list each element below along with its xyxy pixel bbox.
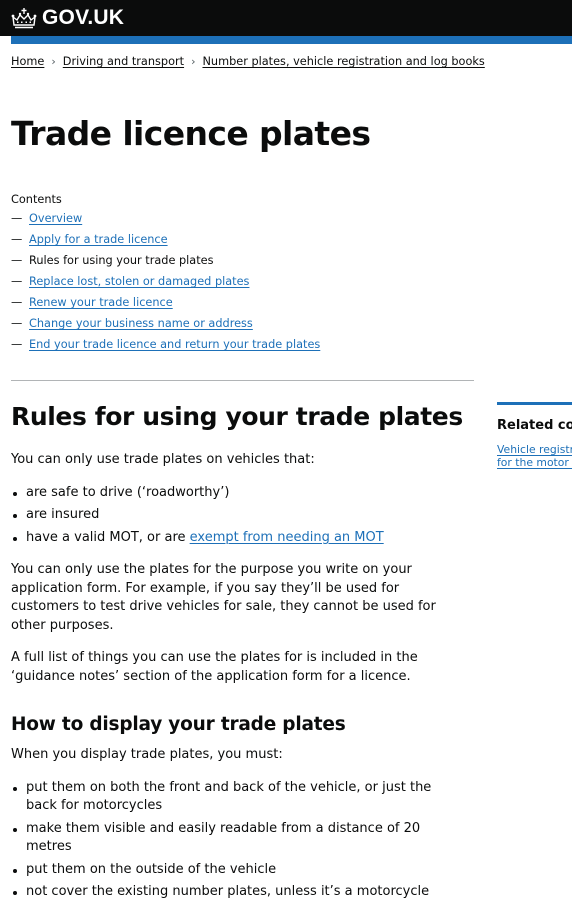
display-intro: When you display trade plates, you must: <box>11 747 283 762</box>
mot-condition-text: have a valid MOT, or are <box>26 529 190 545</box>
contents-item-end: — End your trade licence and return your… <box>11 338 320 359</box>
contents-item-renew: — Renew your trade licence <box>11 296 320 317</box>
contents-link-apply[interactable]: Apply for a trade licence <box>29 233 168 246</box>
dash-icon: — <box>11 233 23 246</box>
chevron-right-icon: › <box>191 55 196 68</box>
dash-icon: — <box>11 317 23 330</box>
contents-item-apply: — Apply for a trade licence <box>11 233 320 254</box>
list-item: are insured <box>11 506 466 525</box>
dash-icon: — <box>11 296 23 309</box>
purpose-paragraph: You can only use the plates for the purp… <box>11 562 436 633</box>
contents-current-rules: Rules for using your trade plates <box>29 254 214 267</box>
related-accent-bar <box>497 402 572 405</box>
breadcrumb-number-plates[interactable]: Number plates, vehicle registration and … <box>202 55 484 68</box>
intro-text: You can only use trade plates on vehicle… <box>11 452 315 467</box>
contents-list: Contents — Overview — Apply for a trade … <box>11 193 320 359</box>
display-rules-list: put them on both the front and back of t… <box>11 779 466 902</box>
govuk-logo-text: GOV.UK <box>42 6 125 29</box>
guidance-paragraph: A full list of things you can use the pl… <box>11 650 418 684</box>
contents-item-overview: — Overview <box>11 212 320 233</box>
related-content: Related content Vehicle registration for… <box>497 402 572 469</box>
dash-icon: — <box>11 338 23 351</box>
contents-link-overview[interactable]: Overview <box>29 212 82 225</box>
chevron-right-icon: › <box>51 55 56 68</box>
related-link-vehicle-registration[interactable]: Vehicle registration for the motor trade <box>497 443 572 469</box>
section-divider <box>11 380 474 381</box>
govuk-logo-link[interactable]: GOV.UK <box>11 6 124 30</box>
contents-link-replace[interactable]: Replace lost, stolen or damaged plates <box>29 275 249 288</box>
list-item: have a valid MOT, or are exempt from nee… <box>11 529 466 548</box>
main-content: Rules for using your trade plates You ca… <box>11 400 466 916</box>
dash-icon: — <box>11 212 23 225</box>
list-item: make them visible and easily readable fr… <box>11 820 466 857</box>
contents-label: Contents <box>11 193 62 206</box>
list-item: are safe to drive (‘roadworthy’) <box>11 484 466 503</box>
contents-link-renew[interactable]: Renew your trade licence <box>29 296 173 309</box>
breadcrumb: Home › Driving and transport › Number pl… <box>11 55 485 68</box>
crown-icon <box>11 8 37 29</box>
mot-exempt-link[interactable]: exempt from needing an MOT <box>190 530 384 545</box>
breadcrumb-home[interactable]: Home <box>11 55 44 68</box>
contents-item-change: — Change your business name or address <box>11 317 320 338</box>
list-item: put them on the outside of the vehicle <box>11 861 466 880</box>
list-item: put them on both the front and back of t… <box>11 779 466 816</box>
contents-link-end[interactable]: End your trade licence and return your t… <box>29 338 320 351</box>
section-heading: Rules for using your trade plates <box>11 402 463 431</box>
site-header: GOV.UK <box>0 0 572 36</box>
display-heading: How to display your trade plates <box>11 714 346 735</box>
dash-icon: — <box>11 254 23 267</box>
list-item: not cover the existing number plates, un… <box>11 883 466 902</box>
dash-icon: — <box>11 275 23 288</box>
contents-link-change[interactable]: Change your business name or address <box>29 317 253 330</box>
header-accent-bar <box>11 36 572 44</box>
page-title: Trade licence plates <box>11 114 371 153</box>
breadcrumb-driving-and-transport[interactable]: Driving and transport <box>63 55 184 68</box>
contents-item-rules-current: — Rules for using your trade plates <box>11 254 320 275</box>
related-content-title: Related content <box>497 418 572 433</box>
contents-item-replace: — Replace lost, stolen or damaged plates <box>11 275 320 296</box>
vehicle-conditions-list: are safe to drive (‘roadworthy’) are ins… <box>11 484 466 548</box>
